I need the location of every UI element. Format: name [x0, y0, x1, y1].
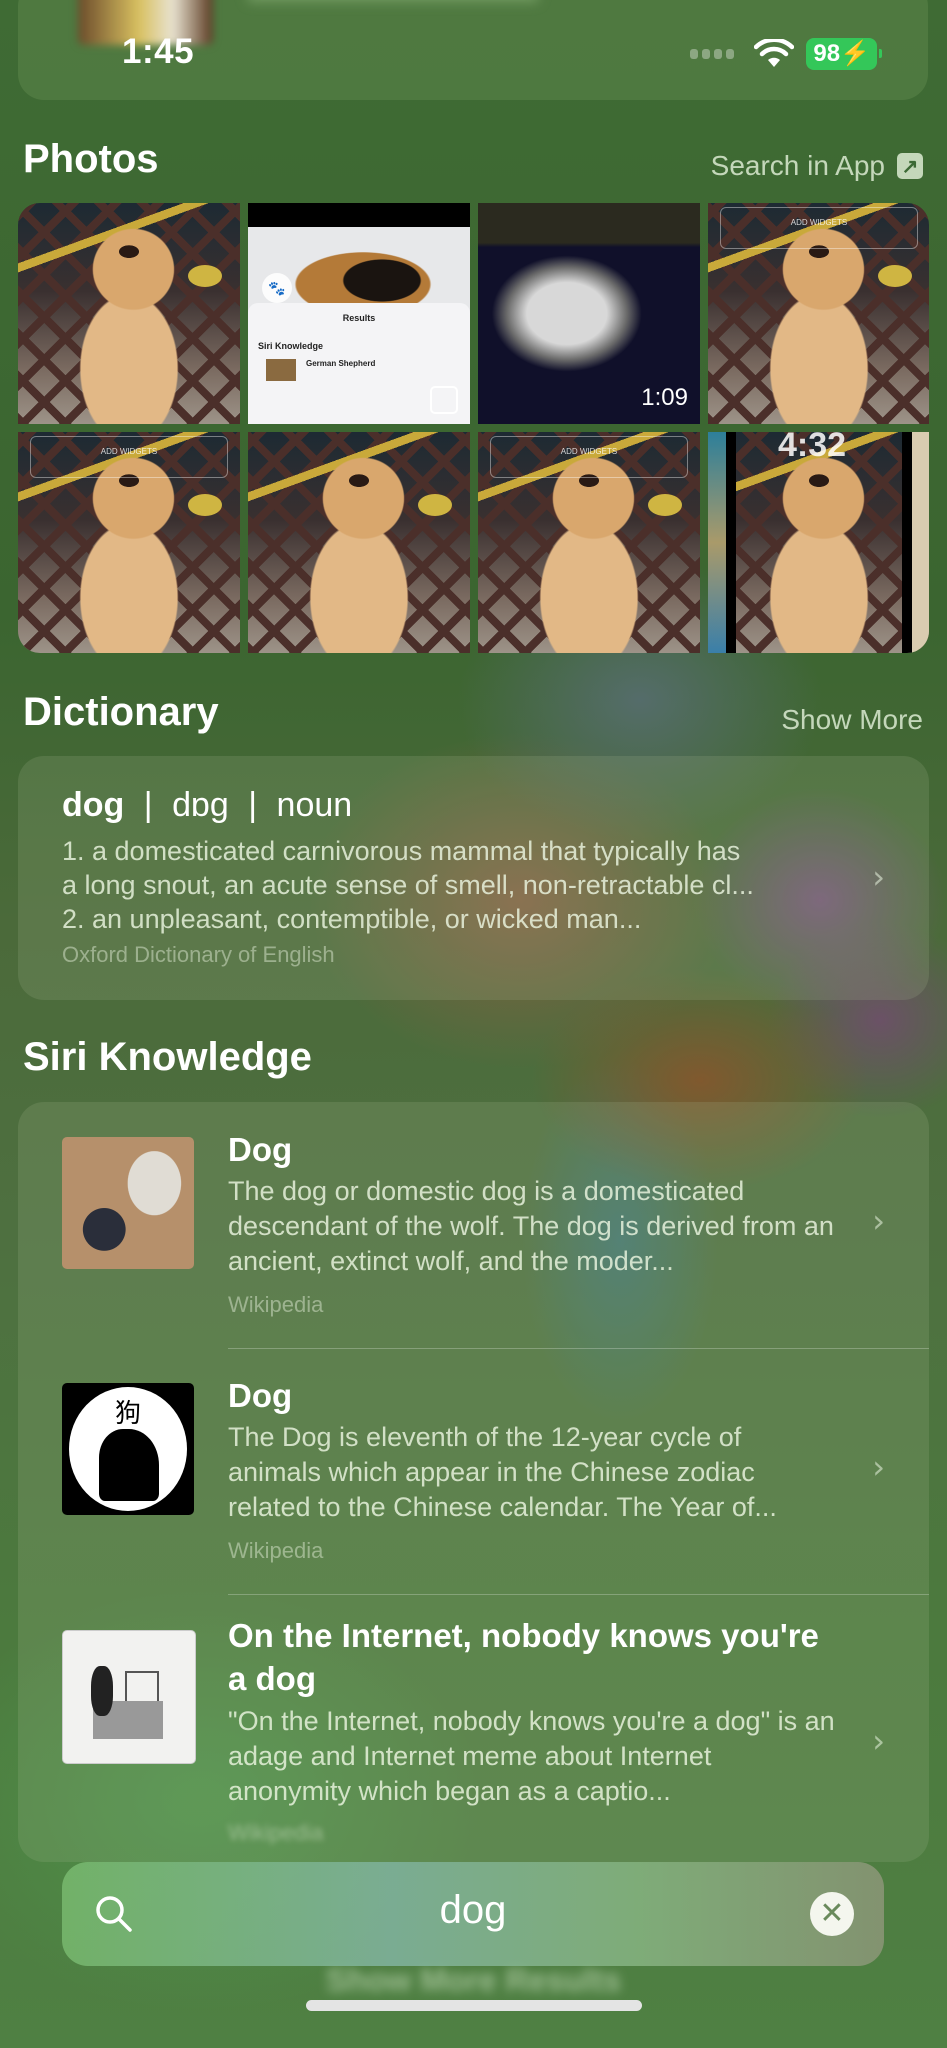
photo-thumbnail[interactable]: [18, 203, 240, 424]
result-title: Dog: [228, 1377, 293, 1414]
tulip: [188, 264, 223, 287]
clear-icon[interactable]: ✕: [810, 1892, 854, 1936]
dictionary-source: Oxford Dictionary of English: [62, 942, 335, 967]
signal-dots-icon: [690, 49, 735, 59]
video-duration: 1:09: [641, 384, 688, 411]
live-text-scan-icon: [430, 386, 458, 414]
dictionary-card[interactable]: dog | dɒg | noun 1. a domesticated carni…: [18, 756, 929, 1000]
chevron-right-icon: ›: [872, 858, 885, 896]
battery-icon: 98⚡: [806, 38, 882, 70]
result-title: Dog: [228, 1131, 293, 1168]
result-source: Wikipedia: [228, 1820, 324, 1845]
show-more-results-button[interactable]: Show More Results: [0, 1962, 947, 1999]
search-input[interactable]: dog: [62, 1888, 884, 1933]
photo-thumbnail[interactable]: 🐾 Results Siri Knowledge German Shepherd: [248, 203, 470, 424]
photo-thumbnail[interactable]: [248, 432, 470, 653]
definition-line: 1. a domesticated carnivorous mammal tha…: [62, 836, 741, 866]
new-yorker-cartoon-thumbnail: [62, 1630, 196, 1764]
search-in-app-button[interactable]: Search in App ↗: [711, 150, 923, 182]
photo-thumbnail[interactable]: 4:32: [708, 432, 929, 653]
result-description: "On the Internet, nobody knows you're a …: [228, 1706, 835, 1806]
show-more-button[interactable]: Show More: [781, 704, 923, 736]
separator: |: [248, 786, 258, 824]
part-of-speech: noun: [276, 786, 353, 824]
photo-thumbnail[interactable]: ADD WIDGETS: [18, 432, 240, 653]
dogs-and-sheep-thumbnail: [62, 1137, 194, 1269]
photos-section-title: Photos: [23, 137, 159, 181]
headword: dog: [62, 786, 125, 824]
dictionary-headword: dog | dɒg | noun: [62, 786, 352, 825]
photos-grid: 🐾 Results Siri Knowledge German Shepherd…: [18, 203, 929, 653]
charging-bolt-icon: ⚡: [840, 40, 870, 67]
definition-line: a long snout, an acute sense of smell, n…: [62, 870, 754, 900]
dictionary-section-title: Dictionary: [23, 690, 219, 734]
chevron-right-icon: ›: [872, 1448, 885, 1486]
add-widgets-overlay: ADD WIDGETS: [720, 207, 918, 249]
status-bar-right: 98⚡: [690, 38, 882, 70]
chevron-right-icon: ›: [872, 1202, 885, 1240]
result-source: Wikipedia: [228, 1538, 324, 1563]
chevron-right-icon: ›: [872, 1722, 885, 1760]
battery-level: 98: [813, 40, 841, 67]
photo-thumbnail[interactable]: ADD WIDGETS: [708, 203, 929, 424]
add-widgets-overlay: ADD WIDGETS: [490, 436, 688, 478]
show-more-label: Show More: [781, 704, 923, 735]
lock-screen-clock: 4:32: [778, 432, 847, 464]
notification-text-blurred: [248, 0, 538, 2]
siri-result-item[interactable]: On the Internet, nobody knows you're a d…: [18, 1594, 929, 1845]
search-in-app-label: Search in App: [710, 150, 885, 181]
home-indicator[interactable]: [306, 2000, 642, 2011]
siri-knowledge-card: Dog The dog or domestic dog is a domesti…: [18, 1102, 929, 1862]
photo-thumbnail[interactable]: ADD WIDGETS: [478, 432, 700, 653]
search-bar[interactable]: dog ✕: [62, 1862, 884, 1966]
dog-silhouette: [99, 1429, 159, 1501]
result-title: On the Internet, nobody knows you're a d…: [228, 1617, 819, 1697]
external-arrow-icon: ↗: [897, 153, 923, 179]
result-source: Wikipedia: [228, 1292, 324, 1317]
video-thumbnail[interactable]: 1:09: [478, 203, 700, 424]
add-widgets-overlay: ADD WIDGETS: [30, 436, 228, 478]
result-description: The Dog is eleventh of the 12-year cycle…: [228, 1422, 777, 1522]
siri-result-item[interactable]: Dog The dog or domestic dog is a domesti…: [18, 1102, 929, 1348]
paw-icon: 🐾: [262, 273, 292, 303]
wifi-icon: [754, 39, 795, 67]
result-description: The dog or domestic dog is a domesticate…: [228, 1176, 834, 1276]
siri-knowledge-section-title: Siri Knowledge: [23, 1035, 312, 1079]
chinese-zodiac-dog-thumbnail: 狗: [62, 1383, 194, 1515]
definition-line: 2. an unpleasant, contemptible, or wicke…: [62, 904, 642, 934]
separator: |: [143, 786, 153, 824]
pronunciation: dɒg: [172, 786, 229, 824]
siri-result-item[interactable]: 狗 Dog The Dog is eleventh of the 12-year…: [18, 1348, 929, 1594]
status-time: 1:45: [122, 32, 195, 71]
